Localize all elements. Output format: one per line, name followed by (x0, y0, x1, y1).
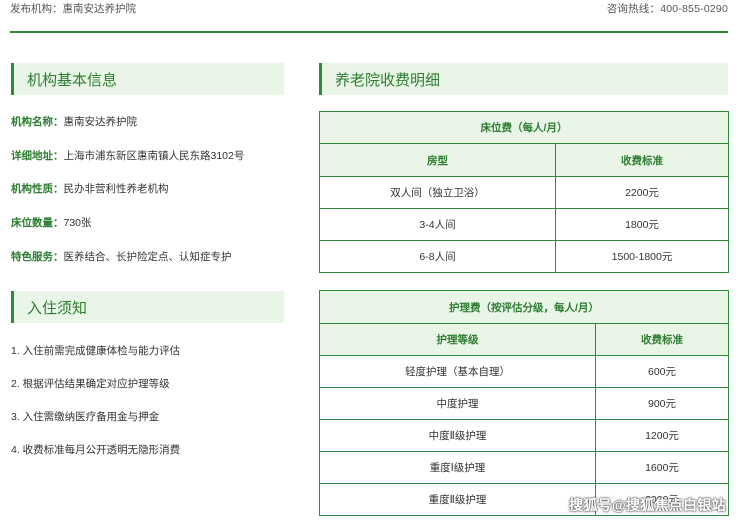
info-row-address: 详细地址：上海市浦东新区惠南镇人民东路3102号 (11, 148, 244, 163)
info-key: 详细地址： (11, 150, 64, 162)
column-header-room-type: 房型 (319, 143, 556, 177)
info-key: 机构性质： (11, 183, 64, 195)
care-level-cell: 轻度护理（基本自理） (319, 355, 596, 388)
info-row-name: 机构名称：惠南安达养护院 (11, 114, 137, 129)
info-key: 床位数量： (11, 217, 64, 229)
care-fee-table: 护理费（按评估分级，每人/月） 护理等级 收费标准 轻度护理（基本自理） 600… (318, 290, 730, 516)
watermark: 搜狐号@搜狐焦点白银站 (569, 497, 726, 513)
info-value: 医养结合、长护险定点、认知症专护 (63, 251, 232, 263)
publisher-value: 惠南安达养护院 (62, 2, 137, 15)
care-level-cell: 中度Ⅱ级护理 (319, 419, 596, 452)
room-type-cell: 3-4人间 (319, 208, 556, 241)
care-fee-caption: 护理费（按评估分级，每人/月） (318, 290, 730, 324)
price-cell: 1200元 (594, 419, 730, 452)
info-key: 特色服务： (11, 251, 64, 263)
info-value: 730张 (63, 217, 92, 229)
header-divider (10, 31, 728, 33)
notice-item: 3. 入住需缴纳医疗备用金与押金 (11, 411, 160, 423)
column-header-care-level: 护理等级 (319, 323, 596, 356)
fees-section-title: 养老院收费明细 (319, 63, 728, 95)
price-cell: 1800元 (554, 208, 730, 241)
care-level-cell: 重度Ⅱ级护理 (319, 483, 596, 516)
column-header-price: 收费标准 (554, 143, 730, 177)
table-row: 3-4人间 1800元 (319, 208, 730, 241)
price-cell: 1600元 (594, 451, 730, 484)
info-row-beds: 床位数量：730张 (11, 215, 92, 230)
bed-fee-caption: 床位费（每人/月） (318, 111, 730, 144)
column-header-price: 收费标准 (594, 323, 730, 356)
room-type-cell: 6-8人间 (319, 240, 556, 273)
table-row: 6-8人间 1500-1800元 (319, 240, 730, 273)
table-row: 重度Ⅰ级护理 1600元 (319, 451, 730, 484)
notice-item: 1. 入住前需完成健康体检与能力评估 (11, 345, 181, 357)
table-row: 中度Ⅱ级护理 1200元 (319, 419, 730, 452)
top-bar: 发布机构：惠南安达养护院 咨询热线：400-855-0290 (10, 0, 728, 16)
hotline-label: 咨询热线： (606, 2, 661, 15)
room-type-cell: 双人间（独立卫浴） (319, 176, 556, 209)
info-value: 惠南安达养护院 (63, 116, 138, 128)
bed-fee-table: 床位费（每人/月） 房型 收费标准 双人间（独立卫浴） 2200元 3-4人间 … (318, 111, 730, 273)
price-cell: 2200元 (554, 176, 730, 209)
hotline-value: 400-855-0290 (660, 2, 728, 15)
table-row: 轻度护理（基本自理） 600元 (319, 355, 730, 388)
publisher-label: 发布机构： (10, 2, 63, 15)
price-cell: 1500-1800元 (554, 240, 730, 273)
info-row-services: 特色服务：医养结合、长护险定点、认知症专护 (11, 249, 232, 264)
info-section-title: 机构基本信息 (11, 63, 284, 95)
notice-item: 4. 收费标准每月公开透明无隐形消费 (11, 444, 181, 456)
care-level-cell: 重度Ⅰ级护理 (319, 451, 596, 484)
info-row-nature: 机构性质：民办非营利性养老机构 (11, 181, 169, 196)
info-value: 上海市浦东新区惠南镇人民东路3102号 (63, 150, 245, 162)
price-cell: 600元 (594, 355, 730, 388)
publisher: 发布机构：惠南安达养护院 (10, 1, 136, 16)
info-value: 民办非营利性养老机构 (63, 183, 169, 195)
table-row: 中度护理 900元 (319, 387, 730, 420)
price-cell: 900元 (594, 387, 730, 420)
info-key: 机构名称： (11, 116, 64, 128)
notice-section-title: 入住须知 (11, 291, 284, 323)
hotline: 咨询热线：400-855-0290 (607, 1, 728, 16)
care-level-cell: 中度护理 (319, 387, 596, 420)
notice-item: 2. 根据评估结果确定对应护理等级 (11, 378, 170, 390)
table-row: 双人间（独立卫浴） 2200元 (319, 176, 730, 209)
